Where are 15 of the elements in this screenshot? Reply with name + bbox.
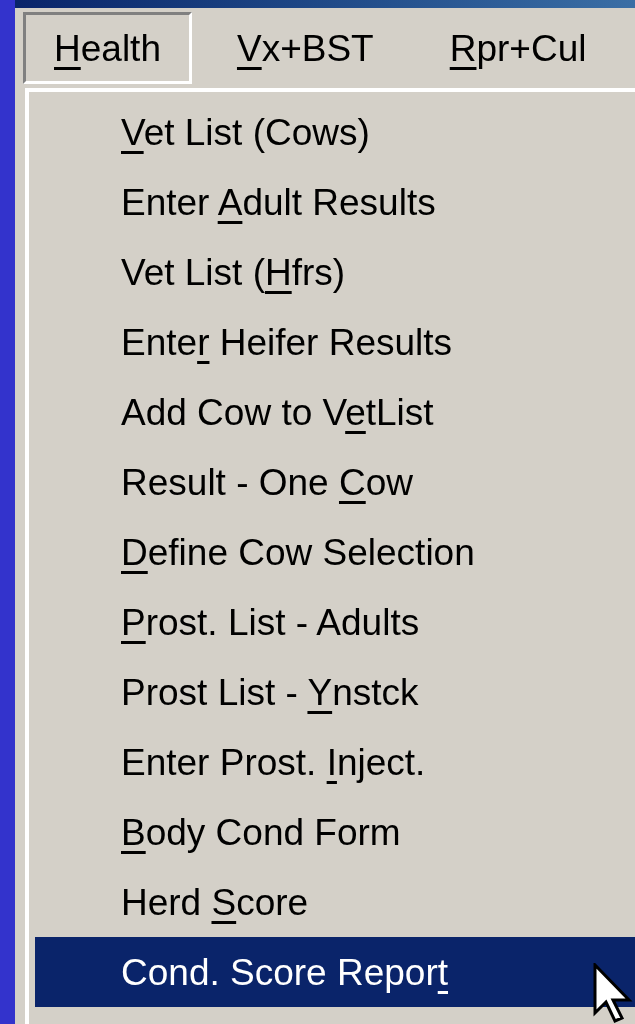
menu-item[interactable]: Result - One Cow [35, 447, 635, 517]
menu-bar-item[interactable]: Vx+BST [205, 12, 405, 84]
menu-item[interactable]: Vet List (Hfrs) [35, 237, 635, 307]
menu-item[interactable]: Prost List - Ynstck [35, 657, 635, 727]
menu-item[interactable]: Body Cond Form [35, 797, 635, 867]
menu-item[interactable]: Enter Prost. Inject. [35, 727, 635, 797]
menu-item[interactable]: Herd Score [35, 867, 635, 937]
menu-item[interactable]: Vet List (Cows) [35, 97, 635, 167]
menu-bar-item[interactable]: Health [23, 12, 192, 84]
menu-item[interactable]: Enter Adult Results [35, 167, 635, 237]
menu-item[interactable]: Define Cow Selection [35, 517, 635, 587]
menu-item[interactable]: Prost. List - Adults [35, 587, 635, 657]
menu-bar-item[interactable]: Rpr+Cul [418, 12, 618, 84]
menu-item[interactable]: Add Cow to VetList [35, 377, 635, 447]
menu-item[interactable]: Enter Heifer Results [35, 307, 635, 377]
